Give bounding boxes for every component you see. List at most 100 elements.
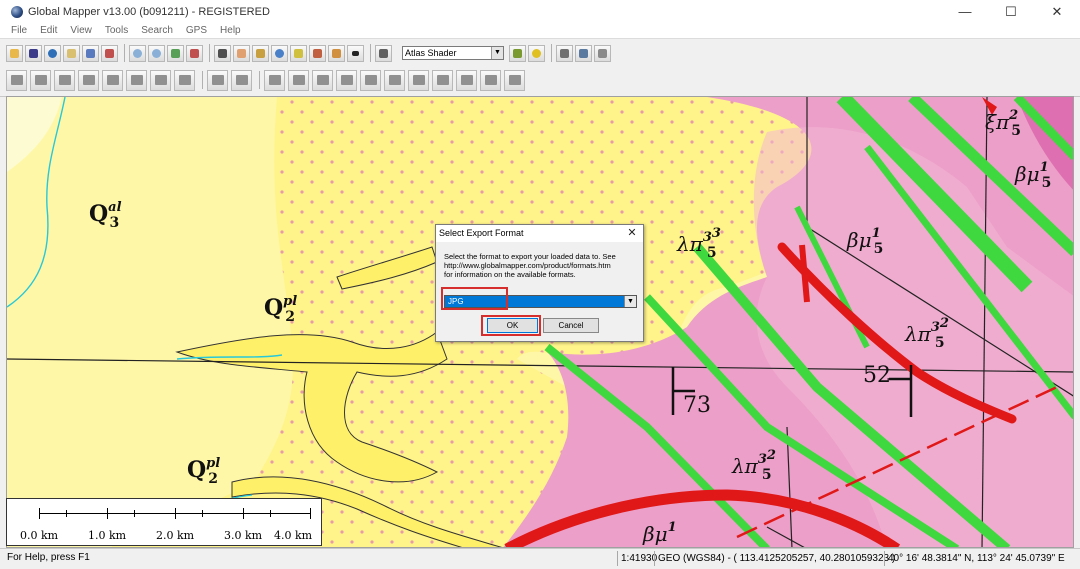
paste-button[interactable] bbox=[594, 44, 611, 62]
lighting-button[interactable] bbox=[528, 44, 545, 62]
menu-view[interactable]: View bbox=[70, 25, 92, 36]
label-sup: 2 bbox=[766, 448, 776, 463]
label-sub: 5 bbox=[873, 241, 884, 257]
select-tool-button[interactable] bbox=[214, 44, 231, 62]
layers-icon bbox=[86, 48, 95, 58]
shader-select[interactable]: Atlas Shader ▼ bbox=[402, 46, 504, 60]
label-sup: 1 bbox=[871, 226, 881, 241]
merge-icon bbox=[436, 75, 449, 85]
measure-tool-button[interactable] bbox=[252, 44, 269, 62]
digitize-tool-17-button[interactable] bbox=[408, 69, 429, 91]
full-view-button[interactable] bbox=[167, 44, 184, 62]
open-file-button[interactable] bbox=[6, 44, 23, 62]
toolbar-separator bbox=[259, 71, 260, 89]
menu-gps[interactable]: GPS bbox=[186, 25, 207, 36]
copy-button[interactable] bbox=[575, 44, 592, 62]
buffer-icon bbox=[412, 75, 425, 85]
digitize-tool-13-button[interactable] bbox=[312, 69, 333, 91]
3d-view-button[interactable] bbox=[375, 44, 392, 62]
menu-edit[interactable]: Edit bbox=[40, 25, 57, 36]
feature-info-button[interactable] bbox=[271, 44, 288, 62]
digitize-tool-8-button[interactable] bbox=[174, 69, 195, 91]
profile-icon bbox=[313, 48, 322, 58]
edit-icon bbox=[34, 75, 47, 85]
zoom-in-icon bbox=[133, 48, 142, 58]
digitize-tool-5-button[interactable] bbox=[102, 69, 123, 91]
globe-icon bbox=[11, 5, 23, 18]
digitize-tool-15-button[interactable] bbox=[360, 69, 381, 91]
map-label-beta-mu-mid: βμ15 bbox=[847, 227, 883, 256]
hand-icon bbox=[237, 48, 246, 58]
close-window-button[interactable]: ✕ bbox=[1034, 0, 1080, 23]
toolbar-separator bbox=[551, 44, 552, 62]
digitize-tool-1-button[interactable] bbox=[6, 69, 27, 91]
zoom-in-button[interactable] bbox=[129, 44, 146, 62]
print-button[interactable] bbox=[63, 44, 80, 62]
label-sup: pl bbox=[283, 294, 298, 309]
toolbar-separator bbox=[370, 44, 371, 62]
digitize-tool-11-button[interactable] bbox=[264, 69, 285, 91]
overlay-control-button[interactable] bbox=[82, 44, 99, 62]
map-label-q3-al: Qal3 bbox=[89, 201, 122, 230]
minimize-button[interactable]: — bbox=[942, 0, 988, 23]
split-icon bbox=[268, 75, 281, 85]
label-sup: 2 bbox=[1009, 108, 1019, 123]
scale-tick bbox=[175, 508, 176, 519]
dialog-close-button[interactable]: ✕ bbox=[625, 225, 639, 242]
pencil-icon bbox=[10, 75, 23, 85]
config-button[interactable] bbox=[101, 44, 118, 62]
label-sub: 5 bbox=[706, 245, 717, 261]
digitizer-toolbar bbox=[6, 67, 528, 93]
menu-search[interactable]: Search bbox=[141, 25, 173, 36]
digitizer-button[interactable] bbox=[290, 44, 307, 62]
digitize-tool-16-button[interactable] bbox=[384, 69, 405, 91]
download-data-button[interactable] bbox=[44, 44, 61, 62]
shader-select-value: Atlas Shader bbox=[405, 48, 457, 58]
scale-label: 0.0 km bbox=[19, 529, 59, 542]
menu-file[interactable]: File bbox=[11, 25, 27, 36]
scale-label: 3.0 km bbox=[223, 529, 263, 542]
flag-button[interactable] bbox=[556, 44, 573, 62]
scale-label: 2.0 km bbox=[155, 529, 195, 542]
label-base: Q bbox=[264, 295, 284, 321]
menu-tools[interactable]: Tools bbox=[105, 25, 128, 36]
digitize-tool-20-button[interactable] bbox=[480, 69, 501, 91]
view-shed-button[interactable] bbox=[328, 44, 345, 62]
pointer-icon bbox=[218, 48, 227, 58]
maximize-button[interactable]: ☐ bbox=[988, 0, 1034, 23]
scale-label: 4.0 km bbox=[273, 529, 313, 542]
tools-icon bbox=[105, 48, 114, 58]
viewshed-icon bbox=[332, 48, 341, 58]
label-base: Q bbox=[89, 201, 109, 227]
map-label-lambda-pi-right: λπ32 5 bbox=[905, 317, 949, 350]
label-greek: βμ bbox=[643, 522, 668, 546]
map-label-beta-mu-bottom: βμ1 bbox=[643, 521, 677, 544]
menu-help[interactable]: Help bbox=[220, 25, 241, 36]
digitize-tool-6-button[interactable] bbox=[126, 69, 147, 91]
home-button[interactable] bbox=[186, 44, 203, 62]
digitize-tool-12-button[interactable] bbox=[288, 69, 309, 91]
full-view-icon bbox=[171, 48, 180, 58]
menu-bar: File Edit View Tools Search GPS Help bbox=[0, 23, 1080, 38]
map-label-beta-mu-top: βμ15 bbox=[1015, 161, 1051, 190]
digitize-tool-4-button[interactable] bbox=[78, 69, 99, 91]
digitize-tool-2-button[interactable] bbox=[30, 69, 51, 91]
digitize-tool-19-button[interactable] bbox=[456, 69, 477, 91]
snap-icon bbox=[340, 75, 353, 85]
dropdown-tools-button[interactable] bbox=[347, 44, 364, 62]
cancel-button[interactable]: Cancel bbox=[543, 318, 599, 333]
digitize-tool-9-button[interactable] bbox=[207, 69, 228, 91]
save-button[interactable] bbox=[25, 44, 42, 62]
label-greek: λπ bbox=[732, 454, 758, 478]
path-profile-button[interactable] bbox=[309, 44, 326, 62]
shader-options-button[interactable] bbox=[509, 44, 526, 62]
digitize-tool-18-button[interactable] bbox=[432, 69, 453, 91]
digitize-tool-21-button[interactable] bbox=[504, 69, 525, 91]
digitize-tool-7-button[interactable] bbox=[150, 69, 171, 91]
dialog-message-link[interactable]: http://www.globalmapper.com/product/form… bbox=[444, 261, 640, 270]
digitize-tool-3-button[interactable] bbox=[54, 69, 75, 91]
digitize-tool-10-button[interactable] bbox=[231, 69, 252, 91]
pan-tool-button[interactable] bbox=[233, 44, 250, 62]
digitize-tool-14-button[interactable] bbox=[336, 69, 357, 91]
zoom-out-button[interactable] bbox=[148, 44, 165, 62]
